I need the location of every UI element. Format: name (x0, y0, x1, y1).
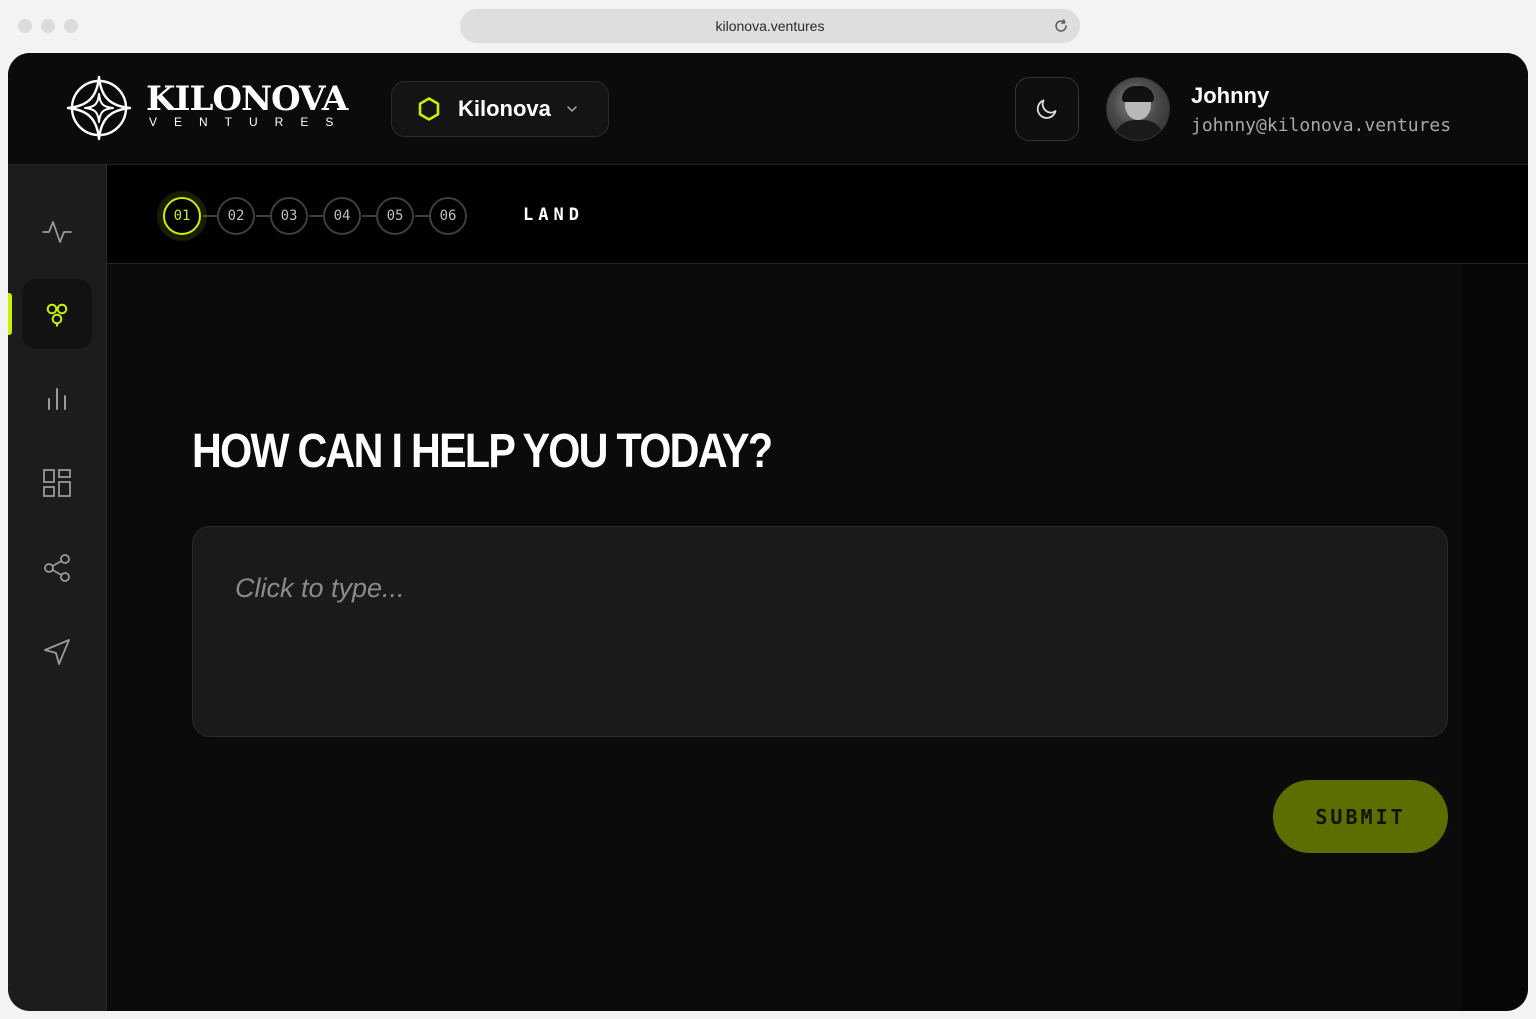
progress-steps: 01 02 03 04 05 06 LAND (107, 165, 1528, 264)
right-panel-edge (1462, 264, 1528, 1011)
step-04[interactable]: 04 (323, 197, 361, 235)
step-02[interactable]: 02 (217, 197, 255, 235)
browser-chrome: kilonova.ventures (0, 0, 1536, 54)
window-minimize-button[interactable] (41, 19, 55, 33)
activity-icon (42, 221, 72, 243)
window-zoom-button[interactable] (64, 19, 78, 33)
sidebar-item-share[interactable] (22, 533, 92, 603)
logo-wordmark: KILONOVA (146, 79, 348, 119)
user-name: Johnny (1191, 83, 1270, 108)
sidebar-item-send[interactable] (22, 617, 92, 687)
sidebar-item-dashboard[interactable] (22, 448, 92, 518)
window-close-button[interactable] (18, 19, 32, 33)
app-window: KILONOVA VENTURES Kilonova Johnny johnny… (8, 53, 1528, 1011)
user-avatar[interactable] (1106, 77, 1170, 141)
sidebar-item-analytics[interactable] (22, 364, 92, 434)
address-bar[interactable]: kilonova.ventures (460, 9, 1080, 43)
reload-icon[interactable] (1052, 17, 1070, 35)
molecule-icon (46, 303, 68, 327)
workspace-selector[interactable]: Kilonova (391, 81, 609, 137)
prompt-box (192, 526, 1448, 737)
chevron-down-icon (567, 106, 577, 112)
prompt-input[interactable] (193, 527, 1447, 736)
step-01[interactable]: 01 (163, 197, 201, 235)
current-step-label: LAND (523, 205, 584, 225)
main-content: HOW CAN I HELP YOU TODAY? SUBMIT (107, 264, 1462, 1011)
logo-subtitle: VENTURES (149, 115, 351, 129)
sidebar-item-molecule[interactable] (22, 279, 92, 349)
share-icon (44, 554, 70, 582)
page-title: HOW CAN I HELP YOU TODAY? (192, 425, 773, 478)
sidebar-nav (8, 165, 107, 1011)
user-email: johnny@kilonova.ventures (1191, 115, 1452, 136)
dashboard-grid-icon (43, 469, 71, 497)
workspace-name: Kilonova (458, 96, 551, 121)
address-url: kilonova.ventures (715, 18, 825, 34)
hexagon-icon (418, 97, 440, 121)
step-03[interactable]: 03 (270, 197, 308, 235)
send-icon (44, 639, 70, 665)
sidebar-item-activity[interactable] (22, 196, 92, 266)
bar-chart-icon (48, 388, 66, 410)
kilonova-star-logo-icon (66, 75, 132, 141)
moon-icon (1036, 99, 1057, 119)
step-05[interactable]: 05 (376, 197, 414, 235)
active-nav-indicator (8, 293, 12, 335)
top-header: KILONOVA VENTURES Kilonova Johnny johnny… (8, 53, 1528, 165)
submit-button[interactable]: SUBMIT (1273, 780, 1448, 853)
step-06[interactable]: 06 (429, 197, 467, 235)
theme-toggle-button[interactable] (1015, 77, 1079, 141)
